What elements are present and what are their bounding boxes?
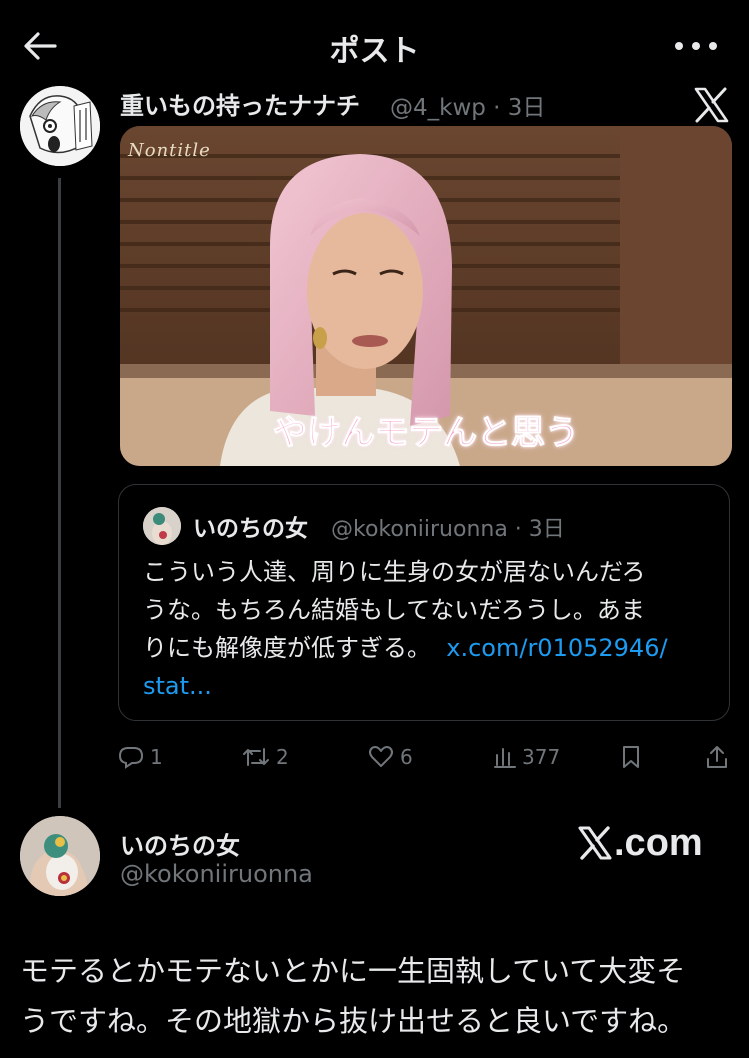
post-media-image[interactable]: Nontitle やけんモテんと思う	[120, 126, 732, 466]
x-logo-icon	[692, 86, 730, 124]
x-logo-icon	[578, 826, 612, 860]
reply-author-handle[interactable]: @kokoniiruonna	[120, 860, 313, 888]
page-title: ポスト	[329, 34, 420, 69]
repost-button[interactable]: 2	[242, 742, 289, 772]
author-handle[interactable]: @4_kwp · 3日	[390, 88, 545, 122]
reply-count: 1	[150, 745, 163, 769]
views-button[interactable]: 377	[494, 742, 560, 772]
quote-text: こういう人達、周りに生身の女が居ないんだろ うな。もちろん結婚もしてないだろうし…	[143, 553, 713, 705]
reply-text-line: モテるとかモテないとかに一生固執していて大変そ	[20, 954, 686, 988]
manga-avatar-image	[20, 86, 100, 166]
author-name[interactable]: 重いもの持ったナナチ	[120, 86, 360, 121]
bookmark-icon	[623, 746, 639, 768]
quote-text-line: りにも解像度が低すぎる。	[143, 634, 431, 662]
thread-line	[58, 178, 61, 808]
reply-text-line: うですね。その地獄から抜け出せると良いですね。	[20, 1004, 687, 1038]
x-com-logo: .com	[578, 822, 703, 864]
more-button[interactable]	[668, 28, 724, 64]
view-count: 377	[522, 745, 561, 769]
quoted-post[interactable]: いのちの女 @kokoniiruonna · 3日 こういう人達、周りに生身の女…	[118, 484, 730, 721]
avatar[interactable]	[20, 86, 100, 166]
share-button[interactable]	[706, 742, 728, 772]
reply-avatar[interactable]	[20, 816, 100, 896]
repost-icon	[243, 748, 269, 766]
quote-link-continued[interactable]: stat...	[143, 667, 713, 705]
reply-button[interactable]: 1	[118, 742, 163, 772]
more-horizontal-icon	[675, 42, 717, 50]
quote-avatar	[143, 507, 181, 545]
bookmark-button[interactable]	[620, 742, 642, 772]
media-watermark: Nontitle	[128, 140, 211, 161]
quote-author-name: いのちの女	[193, 516, 308, 542]
like-count: 6	[400, 745, 413, 769]
brand-text: .com	[614, 821, 703, 864]
analytics-icon	[494, 748, 516, 768]
reply-icon	[118, 747, 144, 769]
share-icon	[707, 746, 727, 768]
quote-text-line: うな。もちろん結婚もしてないだろうし。あま	[143, 596, 645, 624]
quote-author-handle: @kokoniiruonna · 3日	[331, 517, 565, 542]
like-button[interactable]: 6	[368, 742, 413, 772]
hand-figurine-image	[20, 816, 100, 896]
heart-icon	[369, 746, 393, 767]
repost-count: 2	[276, 745, 289, 769]
reply-author-name[interactable]: いのちの女	[120, 826, 240, 861]
media-caption: やけんモテんと思う	[273, 413, 580, 454]
quote-text-line: こういう人達、周りに生身の女が居ないんだろ	[143, 558, 646, 586]
quote-link[interactable]: x.com/r01052946/	[446, 634, 667, 662]
reply-text: モテるとかモテないとかに一生固執していて大変そ うですね。その地獄から抜け出せる…	[20, 946, 732, 1046]
